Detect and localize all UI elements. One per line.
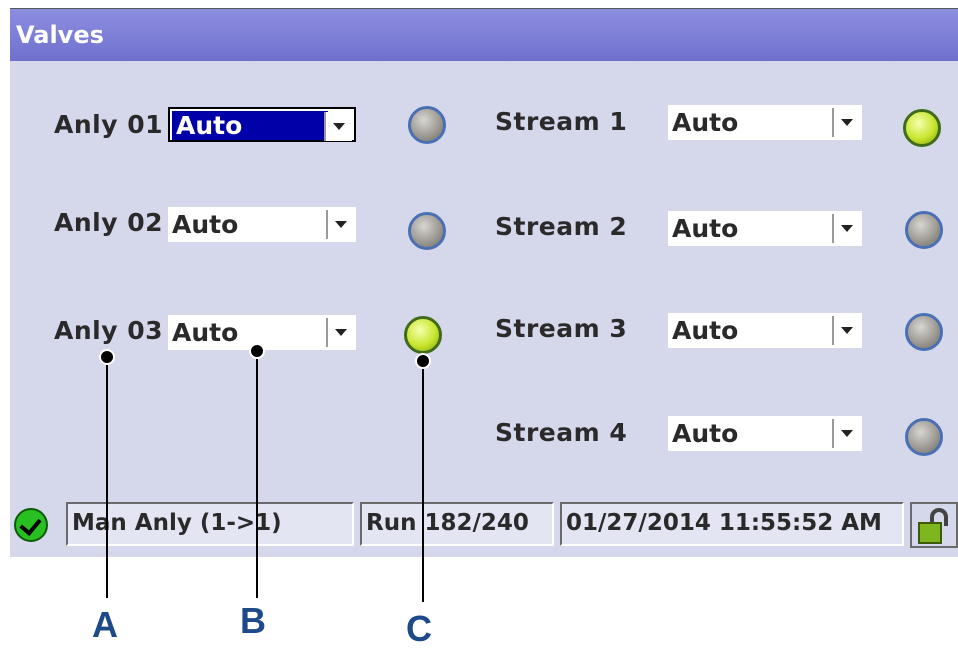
stream-1-label: Stream 1 bbox=[495, 107, 628, 136]
callout-c-line bbox=[422, 362, 424, 602]
anly-02-mode-select[interactable]: Auto bbox=[168, 207, 356, 242]
stream-4-mode-value: Auto bbox=[672, 419, 739, 448]
stream-3-mode-value: Auto bbox=[672, 316, 739, 345]
callout-c-letter: C bbox=[406, 608, 432, 649]
chevron-down-icon[interactable] bbox=[832, 316, 860, 345]
anly-01-mode-select[interactable]: Auto bbox=[168, 107, 356, 142]
callout-a-line bbox=[106, 358, 108, 598]
stream-4-mode-select[interactable]: Auto bbox=[668, 416, 862, 451]
anly-01-mode-value: Auto bbox=[172, 111, 328, 140]
anly-02-status-led-icon bbox=[408, 212, 446, 250]
stream-1-status-led-icon bbox=[903, 109, 941, 147]
stream-2-label: Stream 2 bbox=[495, 212, 628, 241]
chevron-down-icon[interactable] bbox=[832, 108, 860, 137]
anly-03-status-led-icon bbox=[404, 316, 442, 354]
chevron-down-icon[interactable] bbox=[832, 214, 860, 243]
callout-b-letter: B bbox=[240, 600, 266, 641]
status-mode: Man Anly (1->1) bbox=[66, 502, 354, 546]
anly-03-mode-value: Auto bbox=[172, 318, 239, 347]
stream-4-status-led-icon bbox=[905, 418, 943, 456]
anly-03-label: Anly 03 bbox=[54, 316, 164, 345]
chevron-down-icon[interactable] bbox=[832, 419, 860, 448]
stream-2-status-led-icon bbox=[905, 211, 943, 249]
callout-a-letter: A bbox=[92, 604, 118, 645]
callout-b-dot bbox=[249, 343, 265, 359]
status-run: Run 182/240 bbox=[360, 502, 554, 546]
anly-02-mode-value: Auto bbox=[172, 210, 239, 239]
callout-c-dot bbox=[415, 353, 431, 369]
stream-1-mode-select[interactable]: Auto bbox=[668, 105, 862, 140]
window-title: Valves bbox=[10, 9, 958, 61]
chevron-down-icon[interactable] bbox=[324, 112, 352, 141]
callout-a-dot bbox=[99, 349, 115, 365]
stream-2-mode-value: Auto bbox=[672, 214, 739, 243]
anly-02-label: Anly 02 bbox=[54, 208, 164, 237]
stream-3-status-led-icon bbox=[905, 313, 943, 351]
stream-2-mode-select[interactable]: Auto bbox=[668, 211, 862, 246]
chevron-down-icon[interactable] bbox=[326, 210, 354, 239]
callout-b-line bbox=[256, 352, 258, 598]
check-ok-icon bbox=[14, 508, 48, 542]
stream-3-mode-select[interactable]: Auto bbox=[668, 313, 862, 348]
stream-1-mode-value: Auto bbox=[672, 108, 739, 137]
stream-3-label: Stream 3 bbox=[495, 314, 628, 343]
padlock-body bbox=[918, 522, 942, 544]
valves-panel: Valves bbox=[10, 8, 958, 557]
anly-01-label: Anly 01 bbox=[54, 110, 164, 139]
anly-01-status-led-icon bbox=[408, 106, 446, 144]
chevron-down-icon[interactable] bbox=[326, 318, 354, 347]
status-datetime: 01/27/2014 11:55:52 AM bbox=[560, 502, 904, 546]
stream-4-label: Stream 4 bbox=[495, 418, 628, 447]
unlocked-padlock-icon[interactable] bbox=[910, 502, 958, 548]
